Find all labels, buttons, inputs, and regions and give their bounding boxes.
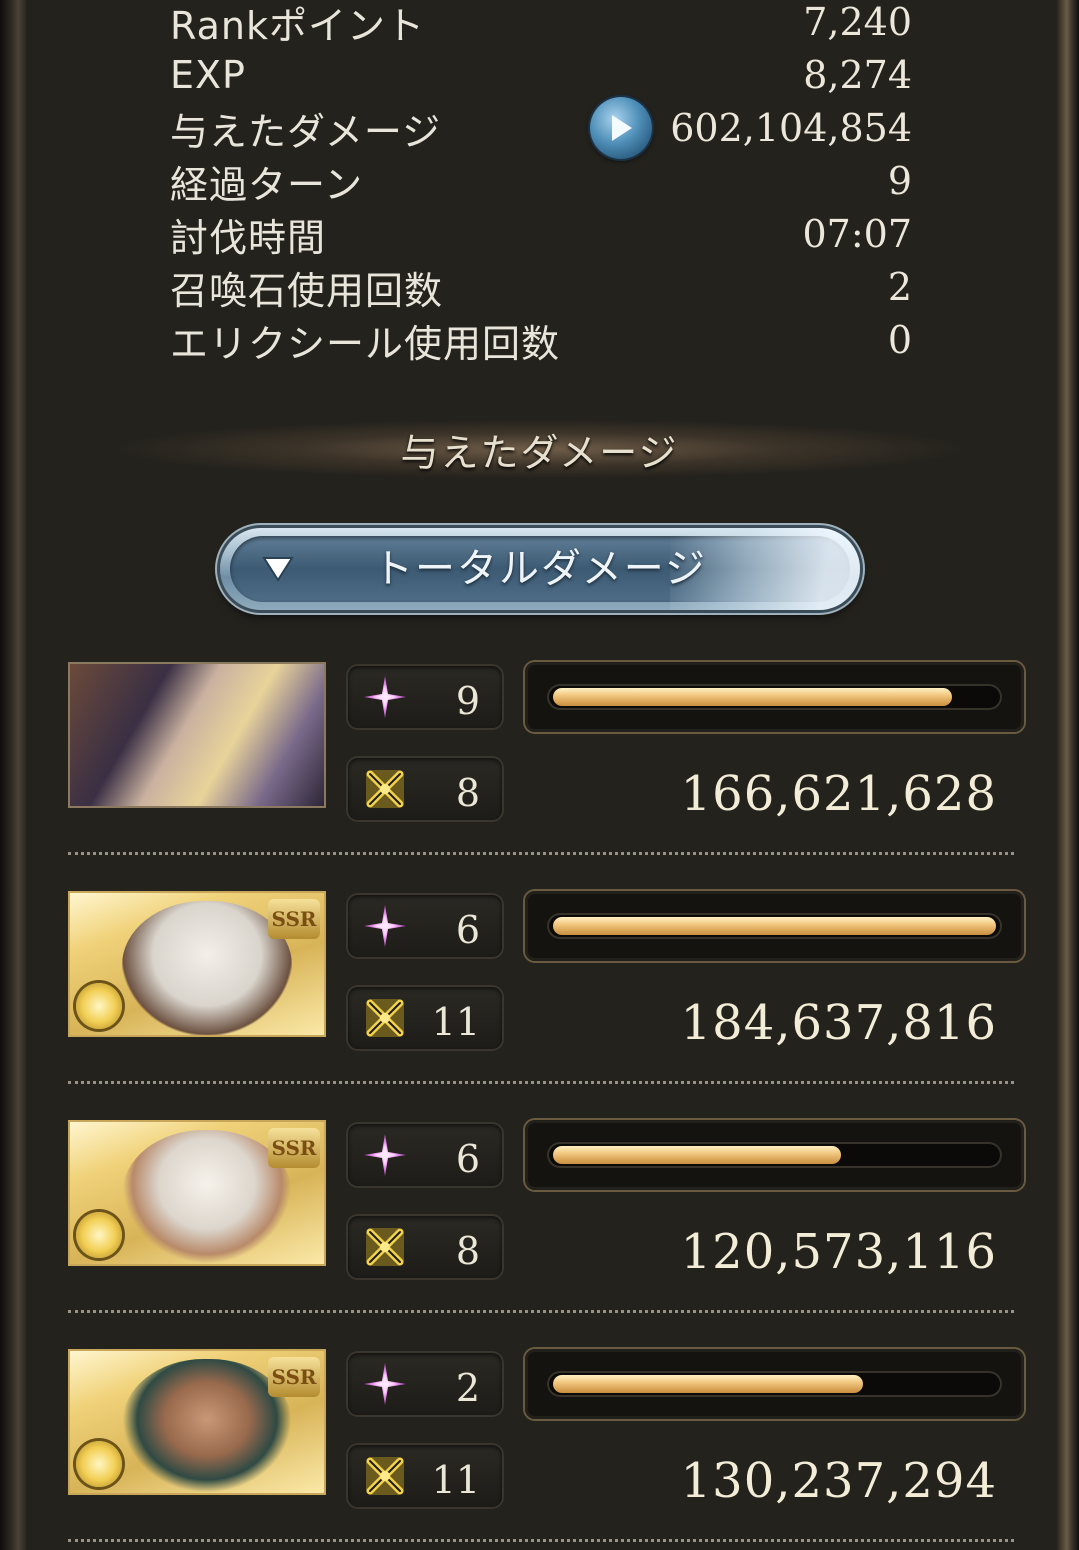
character-portrait[interactable]: SSR: [68, 1349, 326, 1495]
stat-elapsed-turns: 経過ターン 9: [170, 155, 912, 207]
character-damage: 184,637,816: [680, 995, 997, 1051]
skill-count-box: 9: [348, 666, 502, 728]
stat-label: 召喚石使用回数: [170, 268, 444, 313]
character-damage: 166,621,628: [680, 766, 997, 822]
ougi-count: 8: [455, 1229, 480, 1273]
ougi-count-box: 11: [348, 1445, 502, 1507]
ougi-count: 11: [431, 1458, 480, 1502]
character-portrait[interactable]: SSR: [68, 891, 326, 1037]
stat-value: 8,274: [803, 53, 912, 97]
damage-bar-box: [525, 1120, 1024, 1190]
crossed-swords-icon: [366, 1457, 404, 1495]
character-face: [122, 1359, 292, 1493]
row-divider: [68, 1310, 1014, 1313]
damage-bar-fill: [553, 1375, 863, 1393]
row-divider: [68, 1539, 1014, 1542]
stat-rank-points: Rankポイント 7,240: [170, 0, 912, 48]
damage-total-value: 602,104,854: [670, 106, 912, 150]
stat-exp: EXP 8,274: [170, 49, 912, 101]
stat-label: エリクシール使用回数: [170, 321, 561, 366]
stat-elixir-uses: エリクシール使用回数 0: [170, 314, 912, 366]
crossed-swords-icon: [366, 999, 404, 1037]
sparkle-icon: [364, 1363, 406, 1405]
stat-damage-dealt: 与えたダメージ 602,104,854: [170, 97, 912, 159]
character-row: 9 8 166,621,628: [0, 662, 1079, 822]
row-divider: [68, 852, 1014, 855]
ougi-count-box: 8: [348, 1216, 502, 1278]
stat-value: 07:07: [802, 212, 912, 256]
light-element-icon: [76, 1212, 122, 1258]
character-portrait[interactable]: [68, 662, 326, 808]
damage-bar-fill: [553, 917, 996, 935]
character-row: SSR 6 8 120,573,116: [0, 1120, 1079, 1280]
stat-label: 討伐時間: [170, 215, 327, 260]
damage-bar-track: [547, 1142, 1002, 1168]
dropdown-label: トータルダメージ: [373, 546, 707, 592]
stat-label: 経過ターン: [170, 162, 364, 207]
ssr-badge: SSR: [268, 1357, 320, 1397]
ougi-count: 8: [455, 771, 480, 815]
sparkle-icon: [364, 905, 406, 947]
ougi-count-box: 11: [348, 987, 502, 1049]
damage-bar-fill: [553, 688, 952, 706]
character-row: SSR 2 11 130,237,294: [0, 1349, 1079, 1509]
damage-bar-track: [547, 1371, 1002, 1397]
stat-label: 与えたダメージ: [170, 109, 442, 154]
stat-label: EXP: [170, 53, 246, 97]
ougi-count: 11: [431, 1000, 480, 1044]
skill-count-box: 2: [348, 1353, 502, 1415]
ssr-badge: SSR: [268, 899, 320, 939]
skill-count-box: 6: [348, 895, 502, 957]
damage-bar-track: [547, 913, 1002, 939]
crossed-swords-icon: [366, 770, 404, 808]
character-face: [122, 1130, 292, 1264]
character-damage: 130,237,294: [680, 1453, 997, 1509]
stat-value: 0: [887, 318, 912, 362]
stat-value: 2: [887, 265, 912, 309]
skill-count: 6: [455, 908, 480, 952]
ssr-badge: SSR: [268, 1128, 320, 1168]
damage-bar-box: [525, 662, 1024, 732]
damage-bar-box: [525, 891, 1024, 961]
section-title: 与えたダメージ: [400, 431, 679, 475]
play-icon[interactable]: [590, 97, 653, 159]
stat-summon-uses: 召喚石使用回数 2: [170, 261, 912, 313]
row-divider: [68, 1081, 1014, 1084]
character-portrait[interactable]: SSR: [68, 1120, 326, 1266]
skill-count-box: 6: [348, 1124, 502, 1186]
character-damage: 120,573,116: [680, 1224, 997, 1280]
ougi-count-box: 8: [348, 758, 502, 820]
stat-value: 9: [887, 159, 912, 203]
crossed-swords-icon: [366, 1228, 404, 1266]
damage-bar-fill: [553, 1146, 841, 1164]
character-face: [122, 672, 292, 806]
stat-value-damage: 602,104,854: [590, 97, 912, 159]
stat-label: Rankポイント: [170, 3, 425, 48]
sparkle-icon: [364, 1134, 406, 1176]
stat-value: 7,240: [803, 0, 912, 44]
sparkle-icon: [364, 676, 406, 718]
damage-bar-track: [547, 684, 1002, 710]
skill-count: 2: [455, 1366, 480, 1410]
skill-count: 6: [455, 1137, 480, 1181]
triangle-down-icon: [262, 557, 294, 582]
light-element-icon: [76, 983, 122, 1029]
character-face: [122, 901, 292, 1035]
stat-battle-time: 討伐時間 07:07: [170, 208, 912, 260]
character-row: SSR 6 11 184,637,816: [0, 891, 1079, 1051]
damage-type-dropdown[interactable]: トータルダメージ: [220, 528, 860, 610]
light-element-icon: [76, 1441, 122, 1487]
skill-count: 9: [455, 679, 480, 723]
damage-bar-box: [525, 1349, 1024, 1419]
